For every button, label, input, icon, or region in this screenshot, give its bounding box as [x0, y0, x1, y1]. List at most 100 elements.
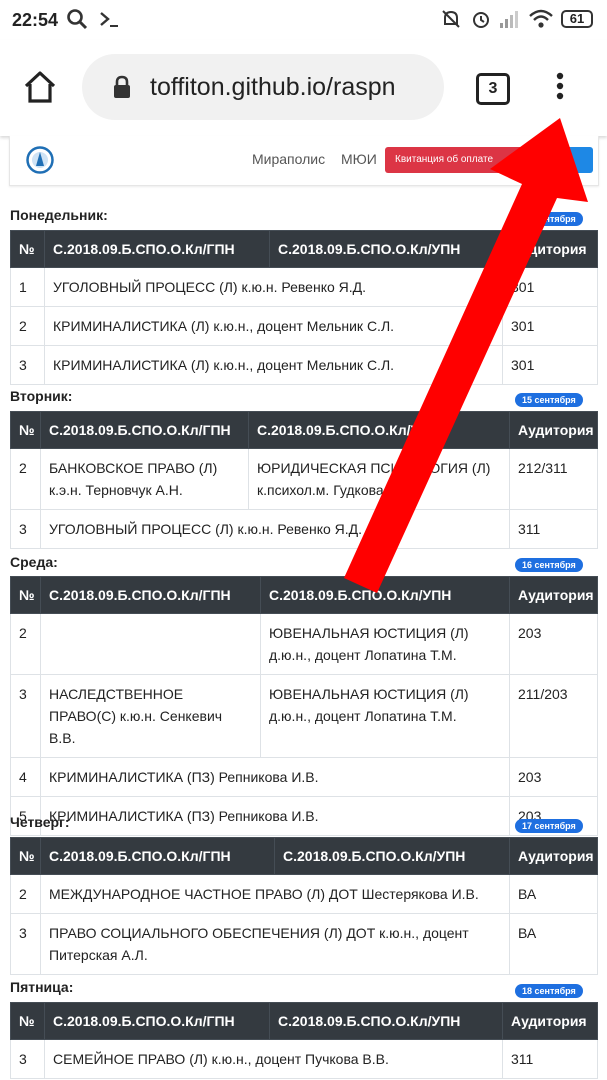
lesson-num: 4	[10, 757, 41, 797]
col-header-num: №	[10, 230, 45, 268]
lesson-num: 3	[10, 1039, 45, 1079]
col-header-group1: С.2018.09.Б.СПО.О.Кл/ГПН	[40, 576, 261, 614]
lesson-room: 203	[509, 757, 598, 797]
lesson-text: СЕМЕЙНОЕ ПРАВО (Л) к.ю.н., доцент Пучков…	[44, 1039, 503, 1079]
col-header-num: №	[10, 1002, 45, 1040]
date-badge-wednesday: 16 сентября	[515, 558, 583, 572]
tab-switcher-button[interactable]: 3	[476, 73, 510, 105]
alarm-icon	[473, 12, 489, 28]
date-badge-thursday: 17 сентября	[515, 819, 583, 833]
signal-icon	[500, 11, 518, 28]
lesson-text: КРИМИНАЛИСТИКА (Л) к.ю.н., доцент Мельни…	[44, 306, 503, 346]
table-row: 3 НАСЛЕДСТВЕННОЕ ПРАВО(С) к.ю.н. Сенкеви…	[10, 674, 598, 758]
lesson-num: 3	[10, 509, 41, 549]
lesson-num: 3	[10, 913, 41, 975]
lesson-text-group1: НАСЛЕДСТВЕННОЕ ПРАВО(С) к.ю.н. Сенкевич …	[40, 674, 261, 758]
logo-icon[interactable]	[26, 146, 54, 174]
lesson-text-group1: БАНКОВСКОЕ ПРАВО (Л) к.э.н. Терновчук А.…	[40, 448, 249, 510]
date-badge-tuesday: 15 сентября	[515, 393, 583, 407]
lesson-text: УГОЛОВНЫЙ ПРОЦЕСС (Л) к.ю.н. Ревенко Я.Д…	[40, 509, 510, 549]
lesson-num: 2	[10, 448, 41, 510]
lesson-room: 211/203	[509, 674, 598, 758]
table-row: 3 КРИМИНАЛИСТИКА (Л) к.ю.н., доцент Мель…	[10, 345, 598, 385]
nav-link-mirapolis[interactable]: Мираполис	[252, 151, 325, 167]
battery-level: 61	[569, 11, 585, 26]
col-header-num: №	[10, 576, 41, 614]
lesson-room: 301	[502, 267, 598, 307]
schedule-table-wednesday: № С.2018.09.Б.СПО.О.Кл/ГПН С.2018.09.Б.С…	[10, 576, 598, 836]
col-header-group2: С.2018.09.Б.СПО.О.Кл/УПН	[269, 1002, 503, 1040]
col-header-group1: С.2018.09.Б.СПО.О.Кл/ГПН	[40, 837, 275, 875]
lesson-room: 203	[509, 613, 598, 675]
table-row: 2 БАНКОВСКОЕ ПРАВО (Л) к.э.н. Терновчук …	[10, 448, 598, 510]
lock-icon	[114, 75, 130, 98]
lesson-text-group2: ЮРИДИЧЕСКАЯ ПСИХОЛОГИЯ (Л) к.психол.м. Г…	[248, 448, 510, 510]
mute-icon	[442, 10, 460, 28]
table-row: 2 ЮВЕНАЛЬНАЯ ЮСТИЦИЯ (Л) д.ю.н., доцент …	[10, 613, 598, 675]
day-title-friday: Пятница:	[10, 979, 74, 995]
col-header-group2: С.2018.09.Б.СПО.О.Кл/УПН	[269, 230, 503, 268]
lesson-num: 3	[10, 345, 45, 385]
search-icon	[67, 9, 88, 30]
schedule-table-tuesday: № С.2018.09.Б.СПО.О.Кл/ГПН С.2018.09.Б.С…	[10, 411, 598, 549]
status-time: 22:54	[12, 10, 59, 30]
table-row: 3 ПРАВО СОЦИАЛЬНОГО ОБЕСПЕЧЕНИЯ (Л) ДОТ …	[10, 913, 598, 975]
col-header-room: Аудитория	[502, 1002, 598, 1040]
table-header: № С.2018.09.Б.СПО.О.Кл/ГПН С.2018.09.Б.С…	[10, 576, 598, 614]
lesson-text-group2: ЮВЕНАЛЬНАЯ ЮСТИЦИЯ (Л) д.ю.н., доцент Ло…	[260, 674, 510, 758]
lesson-num: 2	[10, 306, 45, 346]
day-title-monday: Понедельник:	[10, 207, 108, 223]
col-header-group2: С.2018.09.Б.СПО.О.Кл/УПН	[248, 411, 510, 449]
lesson-room: 311	[509, 509, 598, 549]
col-header-num: №	[10, 411, 41, 449]
col-header-group1: С.2018.09.Б.СПО.О.Кл/ГПН	[40, 411, 249, 449]
schedule-table-monday: № С.2018.09.Б.СПО.О.Кл/ГПН С.2018.09.Б.С…	[10, 230, 598, 385]
col-header-room: Аудитория	[509, 411, 598, 449]
table-row: 4 КРИМИНАЛИСТИКА (ПЗ) Репникова И.В. 203	[10, 757, 598, 797]
lesson-num: 3	[10, 674, 41, 758]
receipt-button[interactable]: Квитанция об оплате	[385, 147, 585, 173]
url-text: toffiton.github.io/raspn	[150, 73, 396, 101]
lesson-room: 301	[502, 306, 598, 346]
lesson-room: 311	[502, 1039, 598, 1079]
lesson-text: УГОЛОВНЫЙ ПРОЦЕСС (Л) к.ю.н. Ревенко Я.Д…	[44, 267, 503, 307]
lesson-num: 1	[10, 267, 45, 307]
day-title-wednesday: Среда:	[10, 554, 58, 570]
status-bar: 22:54 61	[0, 0, 607, 40]
col-header-group2: С.2018.09.Б.СПО.О.Кл/УПН	[260, 576, 510, 614]
col-header-group2: С.2018.09.Б.СПО.О.Кл/УПН	[274, 837, 510, 875]
menu-icon[interactable]	[550, 72, 570, 104]
lesson-text: КРИМИНАЛИСТИКА (ПЗ) Репникова И.В.	[40, 757, 510, 797]
table-header: № С.2018.09.Б.СПО.О.Кл/ГПН С.2018.09.Б.С…	[10, 411, 598, 449]
table-row: 3 СЕМЕЙНОЕ ПРАВО (Л) к.ю.н., доцент Пучк…	[10, 1039, 598, 1079]
terminal-icon	[100, 12, 118, 27]
table-row: 2 КРИМИНАЛИСТИКА (Л) к.ю.н., доцент Мель…	[10, 306, 598, 346]
lesson-text-group2: ЮВЕНАЛЬНАЯ ЮСТИЦИЯ (Л) д.ю.н., доцент Ло…	[260, 613, 510, 675]
address-bar[interactable]: toffiton.github.io/raspn	[82, 54, 444, 120]
browser-toolbar: toffiton.github.io/raspn 3	[0, 40, 607, 136]
table-row: 2 МЕЖДУНАРОДНОЕ ЧАСТНОЕ ПРАВО (Л) ДОТ Ше…	[10, 874, 598, 914]
lesson-room: 301	[502, 345, 598, 385]
day-title-thursday: Четверг:	[10, 814, 70, 830]
home-icon[interactable]	[22, 70, 58, 104]
nav-link-myui[interactable]: МЮИ	[341, 151, 377, 167]
col-header-group1: С.2018.09.Б.СПО.О.Кл/ГПН	[44, 1002, 270, 1040]
lesson-text: КРИМИНАЛИСТИКА (Л) к.ю.н., доцент Мельни…	[44, 345, 503, 385]
nav-blue-button[interactable]	[570, 147, 593, 173]
lesson-text-group1	[40, 613, 261, 675]
day-title-tuesday: Вторник:	[10, 388, 73, 404]
col-header-room: Аудитория	[509, 576, 598, 614]
table-row: 5 КРИМИНАЛИСТИКА (ПЗ) Репникова И.В. 203	[10, 796, 598, 836]
col-header-room: Аудитория	[502, 230, 598, 268]
table-header: № С.2018.09.Б.СПО.О.Кл/ГПН С.2018.09.Б.С…	[10, 230, 598, 268]
lesson-num: 2	[10, 874, 41, 914]
lesson-room: ВА	[509, 913, 598, 975]
table-row: 1 УГОЛОВНЫЙ ПРОЦЕСС (Л) к.ю.н. Ревенко Я…	[10, 267, 598, 307]
lesson-room: 212/311	[509, 448, 598, 510]
site-navbar: Мираполис МЮИ Квитанция об оплате	[9, 136, 599, 186]
col-header-num: №	[10, 837, 41, 875]
lesson-text: КРИМИНАЛИСТИКА (ПЗ) Репникова И.В.	[40, 796, 510, 836]
battery-icon: 61	[561, 10, 593, 28]
lesson-room: ВА	[509, 874, 598, 914]
lesson-text: ПРАВО СОЦИАЛЬНОГО ОБЕСПЕЧЕНИЯ (Л) ДОТ к.…	[40, 913, 510, 975]
